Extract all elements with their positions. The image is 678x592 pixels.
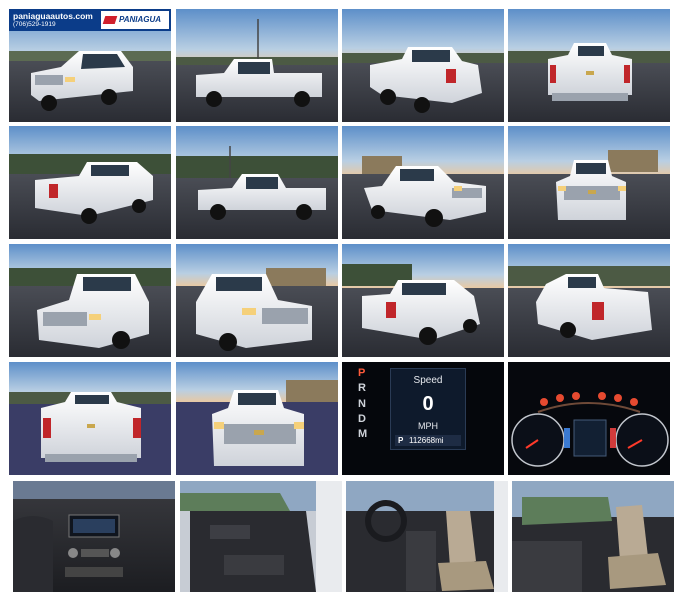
odometer-bar: P 112668mi — [395, 435, 461, 446]
photo-front-right[interactable] — [342, 126, 504, 239]
gear-p: P — [358, 367, 366, 379]
photo-side-left[interactable] — [176, 9, 338, 122]
dealer-phone: (706)529-1919 — [13, 21, 56, 28]
dealer-banner: paniaguaautos.com (706)529-1919 PANIAGUA — [9, 9, 171, 31]
photo-front[interactable] — [508, 126, 670, 239]
odometer-reading: 112668mi — [409, 436, 444, 445]
logo-mark — [102, 16, 118, 24]
photo-speedometer[interactable]: P R N D M Speed 0 MPH P 112668mi — [342, 362, 504, 475]
speed-value: 0 — [422, 393, 434, 415]
photo-front-close[interactable] — [176, 362, 338, 475]
gear-r: R — [358, 382, 366, 395]
photo-door-panel[interactable] — [180, 481, 342, 592]
photo-driver-seat[interactable] — [346, 481, 508, 592]
logo-text: PANIAGUA — [119, 15, 162, 24]
gear-d: D — [358, 412, 366, 425]
gear-n: N — [358, 397, 366, 410]
photo-rear-left[interactable] — [342, 9, 504, 122]
photo-center-console[interactable] — [13, 481, 175, 592]
digital-speed-display: Speed 0 MPH P 112668mi — [390, 368, 466, 450]
photo-rear-right[interactable] — [342, 244, 504, 357]
photo-rear-left-2[interactable] — [9, 126, 171, 239]
photo-side-left-2[interactable] — [176, 126, 338, 239]
gear-selector-readout: P R N D M — [358, 368, 374, 440]
dealer-website: paniaguaautos.com — [13, 11, 93, 21]
dealer-logo: PANIAGUA — [101, 11, 169, 29]
gear-m: M — [358, 428, 368, 440]
odometer-gear: P — [398, 436, 404, 445]
speed-label: Speed — [413, 375, 443, 386]
photo-rear[interactable] — [508, 9, 670, 122]
photo-passenger-seat[interactable] — [512, 481, 674, 592]
photo-front-right-close[interactable] — [176, 244, 338, 357]
photo-front-left-close[interactable] — [9, 244, 171, 357]
photo-rear-right-2[interactable] — [508, 244, 670, 357]
photo-rear-close[interactable] — [9, 362, 171, 475]
speed-unit: MPH — [418, 421, 438, 431]
photo-instrument-cluster[interactable] — [508, 362, 670, 475]
